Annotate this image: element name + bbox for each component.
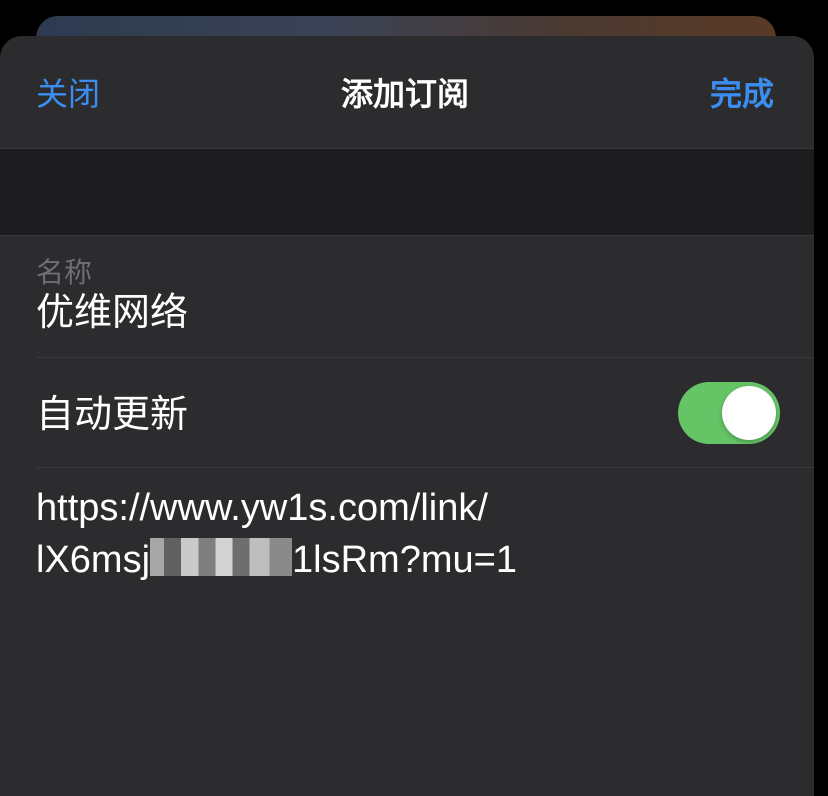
url-row: https://www.yw1s.com/link/ lX6msj 1lsRm?m… (0, 468, 814, 668)
auto-update-toggle[interactable] (678, 382, 780, 444)
done-button[interactable]: 完成 (710, 72, 774, 116)
url-line-2: lX6msj 1lsRm?mu=1 (36, 534, 596, 586)
url-part-suffix: 1lsRm?mu=1 (292, 539, 517, 581)
name-row: 名称 优维网络 (0, 236, 814, 357)
auto-update-row: 自动更新 (0, 358, 814, 466)
name-input[interactable]: 优维网络 (36, 286, 776, 338)
redaction-mask (150, 538, 293, 576)
auto-update-label: 自动更新 (36, 392, 189, 436)
nav-bar: 关闭 添加订阅 完成 (0, 36, 814, 149)
add-subscription-sheet: 关闭 添加订阅 完成 名称 优维网络 自动更新 https://www.yw1s… (0, 36, 814, 796)
section-spacer (0, 149, 814, 236)
url-line-1: https://www.yw1s.com/link/ (36, 487, 488, 529)
toggle-knob (722, 386, 776, 440)
url-part-prefix: lX6msj (36, 539, 151, 581)
page-title: 添加订阅 (340, 75, 469, 113)
name-label: 名称 (36, 256, 93, 289)
subscription-url-field[interactable]: https://www.yw1s.com/link/ lX6msj 1lsRm?m… (36, 482, 596, 586)
